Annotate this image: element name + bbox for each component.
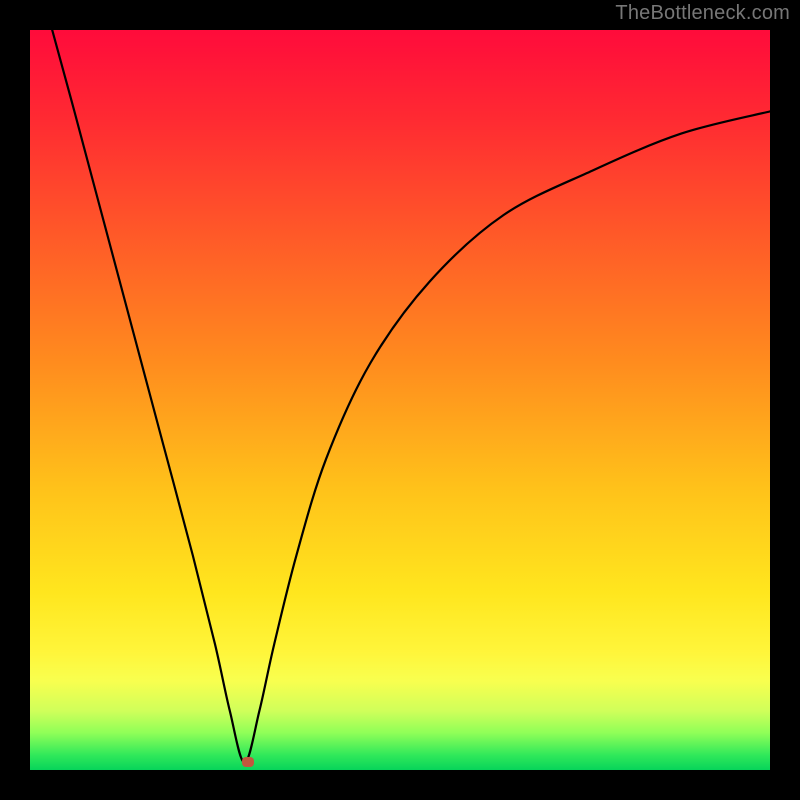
watermark-text: TheBottleneck.com <box>615 2 790 25</box>
chart-frame: TheBottleneck.com <box>0 0 800 800</box>
curve-path <box>52 30 770 763</box>
plot-area <box>30 30 770 770</box>
bottleneck-curve <box>30 30 770 770</box>
optimal-point-marker <box>242 757 254 767</box>
